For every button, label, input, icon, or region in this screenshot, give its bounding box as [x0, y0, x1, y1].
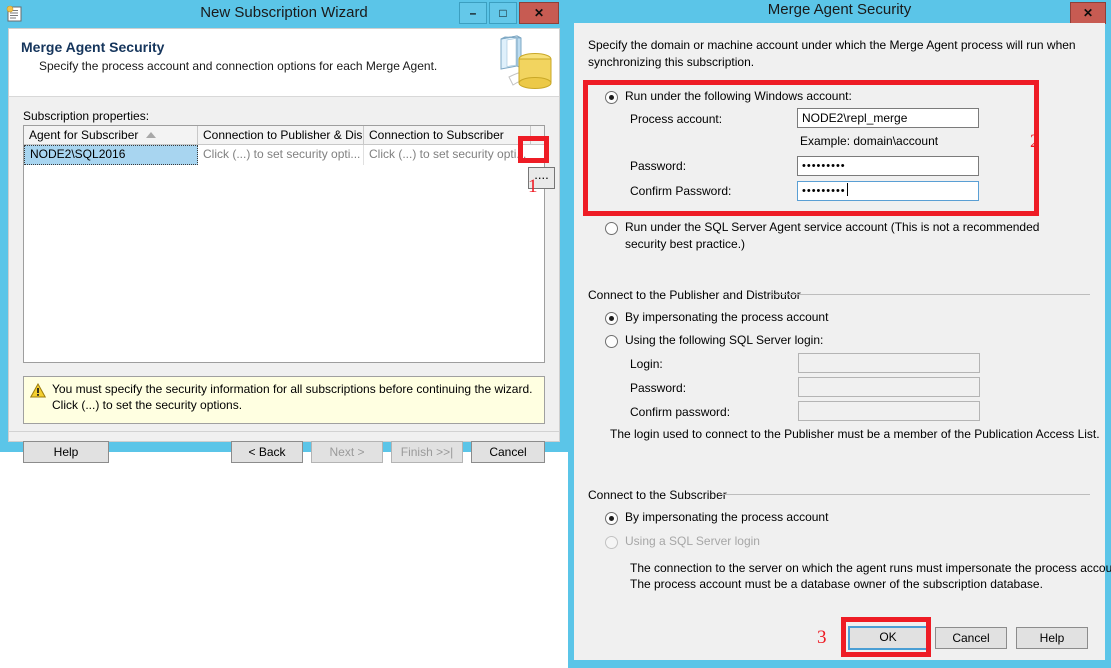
table-row[interactable]: NODE2\SQL2016 Click (...) to set securit…	[24, 145, 544, 165]
label-password: Password:	[630, 159, 687, 173]
subscription-properties-grid[interactable]: Agent for Subscriber Connection to Publi…	[23, 125, 545, 363]
dialog-cancel-button[interactable]: Cancel	[935, 627, 1007, 649]
dialog-close-button[interactable]: ✕	[1070, 2, 1106, 24]
close-button[interactable]: ✕	[519, 2, 559, 24]
group-divider-subscriber	[720, 494, 1090, 495]
subscriber-note-line2: The process account must be a database o…	[630, 577, 1043, 591]
cell-agent-for-subscriber[interactable]: NODE2\SQL2016	[24, 145, 198, 165]
text-caret	[846, 183, 848, 196]
label-subscriber-sql-login: Using a SQL Server login	[625, 534, 760, 548]
publisher-login-input[interactable]	[798, 353, 980, 373]
dialog-help-button[interactable]: Help	[1016, 627, 1088, 649]
group-title-publisher-distributor: Connect to the Publisher and Distributor	[588, 288, 807, 302]
radio-publisher-sql-login[interactable]	[605, 335, 618, 348]
column-header-action[interactable]	[531, 126, 544, 145]
label-publisher-confirm-password: Confirm password:	[630, 405, 731, 419]
validation-warning-panel: You must specify the security informatio…	[23, 376, 545, 424]
cell-connection-to-publisher[interactable]: Click (...) to set security opti...	[198, 145, 364, 165]
column-header-agent-for-subscriber[interactable]: Agent for Subscriber	[24, 126, 198, 145]
maximize-icon: □	[499, 6, 507, 20]
label-run-under-windows-account: Run under the following Windows account:	[625, 89, 852, 103]
label-process-account-example: Example: domain\account	[800, 134, 939, 148]
grid-label: Subscription properties:	[23, 109, 150, 123]
new-subscription-wizard-window: New Subscription Wizard – □ ✕ Merge Agen…	[0, 0, 568, 463]
label-publisher-impersonate: By impersonating the process account	[625, 310, 829, 324]
radio-subscriber-sql-login	[605, 536, 618, 549]
ok-button[interactable]: OK	[848, 626, 928, 650]
label-run-under-sql-agent-account: Run under the SQL Server Agent service a…	[625, 220, 1040, 251]
book-database-icon	[487, 33, 553, 95]
publisher-confirm-password-input[interactable]	[798, 401, 980, 421]
cell-connection-to-subscriber[interactable]: Click (...) to set security opti...	[364, 145, 531, 165]
grid-header-row: Agent for Subscriber Connection to Publi…	[24, 126, 544, 145]
annotation-number-3: 3	[817, 627, 827, 648]
column-header-label: Agent for Subscriber	[29, 128, 139, 142]
dialog-title-text: Merge Agent Security	[767, 1, 912, 18]
help-button[interactable]: Help	[23, 441, 109, 463]
cancel-button[interactable]: Cancel	[471, 441, 545, 463]
label-confirm-password: Confirm Password:	[630, 184, 732, 198]
process-account-input[interactable]: NODE2\repl_merge	[797, 108, 979, 128]
screen: New Subscription Wizard – □ ✕ Merge Agen…	[0, 0, 1111, 668]
close-icon: ✕	[533, 6, 545, 20]
next-button: Next >	[311, 441, 383, 463]
footer-divider	[9, 431, 559, 432]
label-publisher-login: Login:	[630, 357, 663, 371]
finish-button: Finish >>|	[391, 441, 463, 463]
wizard-header: Merge Agent Security Specify the process…	[9, 29, 559, 97]
label-publisher-sql-login: Using the following SQL Server login:	[625, 333, 824, 347]
dialog-body: Specify the domain or machine account un…	[574, 23, 1111, 660]
group-divider-publisher	[770, 294, 1090, 295]
back-button[interactable]: < Back	[231, 441, 303, 463]
warning-triangle-icon	[29, 382, 47, 398]
page-title: Merge Agent Security	[21, 39, 165, 55]
minimize-button[interactable]: –	[459, 2, 487, 24]
page-subtitle: Specify the process account and connecti…	[39, 59, 438, 73]
annotation-number-1: 1	[528, 176, 538, 197]
radio-subscriber-impersonate[interactable]	[605, 512, 618, 525]
validation-warning-text: You must specify the security informatio…	[52, 382, 533, 412]
annotation-number-2: 2	[1030, 131, 1040, 152]
label-process-account: Process account:	[630, 112, 723, 126]
radio-publisher-impersonate[interactable]	[605, 312, 618, 325]
label-publisher-password: Password:	[630, 381, 687, 395]
group-title-subscriber: Connect to the Subscriber	[588, 488, 733, 502]
close-icon: ✕	[1082, 6, 1094, 20]
radio-run-under-sql-agent-account[interactable]	[605, 222, 618, 235]
dialog-intro-text: Specify the domain or machine account un…	[588, 38, 1076, 69]
radio-run-under-windows-account[interactable]	[605, 91, 618, 104]
column-header-connection-to-subscriber[interactable]: Connection to Subscriber	[364, 126, 531, 145]
column-header-connection-to-publisher[interactable]: Connection to Publisher & Dis...	[198, 126, 364, 145]
confirm-password-value: •••••••••	[802, 185, 846, 197]
wizard-title-bar[interactable]: New Subscription Wizard – □ ✕	[0, 0, 568, 28]
subscriber-note-line1: The connection to the server on which th…	[630, 561, 1111, 575]
publisher-note: The login used to connect to the Publish…	[610, 427, 1100, 441]
sort-ascending-icon	[146, 132, 156, 138]
merge-agent-security-dialog: Merge Agent Security ✕ Specify the domai…	[568, 0, 1111, 668]
wizard-body: Merge Agent Security Specify the process…	[8, 28, 560, 463]
publisher-password-input[interactable]	[798, 377, 980, 397]
minimize-icon: –	[469, 6, 477, 20]
maximize-button[interactable]: □	[489, 2, 517, 24]
password-input[interactable]: •••••••••	[797, 156, 979, 176]
label-subscriber-impersonate: By impersonating the process account	[625, 510, 829, 524]
confirm-password-input[interactable]: •••••••••	[797, 181, 979, 201]
